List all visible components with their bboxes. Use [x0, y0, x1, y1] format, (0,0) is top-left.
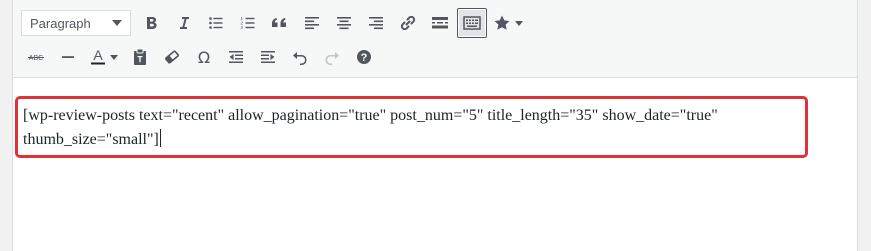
- shortcode-text: [wp-review-posts text="recent" allow_pag…: [23, 107, 718, 148]
- strikethrough-glyph: ABC: [29, 55, 43, 62]
- clear-formatting-button[interactable]: [157, 42, 187, 72]
- paste-as-text-icon: [134, 48, 146, 65]
- help-icon: ?: [357, 50, 371, 64]
- help-button[interactable]: ?: [349, 42, 379, 72]
- chevron-down-icon: [112, 20, 122, 26]
- text-cursor: [159, 129, 161, 147]
- bulleted-list-icon: [209, 17, 223, 29]
- redo-button[interactable]: [317, 42, 347, 72]
- review-star-dropdown-button[interactable]: [489, 8, 527, 38]
- decrease-indent-icon: [229, 51, 243, 63]
- special-character-button[interactable]: Ω: [189, 42, 219, 72]
- chevron-down-icon: [515, 20, 523, 26]
- strikethrough-icon: ABC: [28, 55, 44, 62]
- help-glyph: ?: [361, 52, 368, 64]
- chevron-down-icon: [110, 54, 118, 60]
- italic-icon: [180, 17, 189, 29]
- horizontal-line-icon: [62, 56, 74, 58]
- numbered-list-button[interactable]: 1 2 3: [233, 8, 263, 38]
- horizontal-line-button[interactable]: [53, 42, 83, 72]
- bulleted-list-button[interactable]: [201, 8, 231, 38]
- link-icon: [400, 15, 416, 31]
- redo-icon: [325, 52, 339, 65]
- italic-button[interactable]: [169, 8, 199, 38]
- align-center-button[interactable]: [329, 8, 359, 38]
- read-more-button[interactable]: [425, 8, 455, 38]
- align-right-icon: [369, 17, 383, 30]
- editor-container: Paragraph 1 2 3 ABC A Ω ? [wp-review-pos…: [12, 0, 858, 251]
- strikethrough-button[interactable]: ABC: [21, 42, 51, 72]
- undo-icon: [293, 52, 307, 65]
- align-center-icon: [337, 17, 351, 30]
- toolbar-row-1: Paragraph 1 2 3: [21, 8, 529, 38]
- blockquote-button[interactable]: [265, 8, 295, 38]
- text-color-glyph: A: [93, 48, 103, 63]
- paste-as-text-button[interactable]: [125, 42, 155, 72]
- clear-formatting-icon: [165, 50, 179, 64]
- omega-icon: Ω: [197, 47, 211, 67]
- align-right-button[interactable]: [361, 8, 391, 38]
- toolbar-toggle-icon: [463, 16, 481, 30]
- toolbar-row-2: ABC A Ω ?: [21, 42, 381, 72]
- increase-indent-button[interactable]: [253, 42, 283, 72]
- insert-link-button[interactable]: [393, 8, 423, 38]
- blockquote-icon: [272, 18, 286, 27]
- bold-button[interactable]: [137, 8, 167, 38]
- editor-content-area[interactable]: [wp-review-posts text="recent" allow_pag…: [13, 78, 857, 251]
- decrease-indent-button[interactable]: [221, 42, 251, 72]
- paragraph-format-select[interactable]: Paragraph: [21, 10, 131, 36]
- toolbar-toggle-button[interactable]: [457, 8, 487, 38]
- increase-indent-icon: [261, 51, 275, 63]
- text-color-button[interactable]: A: [85, 42, 123, 72]
- shortcode-paragraph[interactable]: [wp-review-posts text="recent" allow_pag…: [23, 104, 813, 152]
- read-more-icon: [432, 17, 448, 29]
- bold-icon: [147, 17, 157, 29]
- format-select-value: Paragraph: [30, 15, 91, 31]
- svg-text:3: 3: [241, 25, 244, 30]
- undo-button[interactable]: [285, 42, 315, 72]
- editor-toolbar: Paragraph 1 2 3 ABC A Ω ?: [13, 0, 857, 78]
- star-icon: [494, 15, 510, 30]
- text-color-icon: A: [91, 48, 105, 65]
- align-left-icon: [305, 17, 319, 30]
- numbered-list-icon: 1 2 3: [241, 16, 255, 30]
- align-left-button[interactable]: [297, 8, 327, 38]
